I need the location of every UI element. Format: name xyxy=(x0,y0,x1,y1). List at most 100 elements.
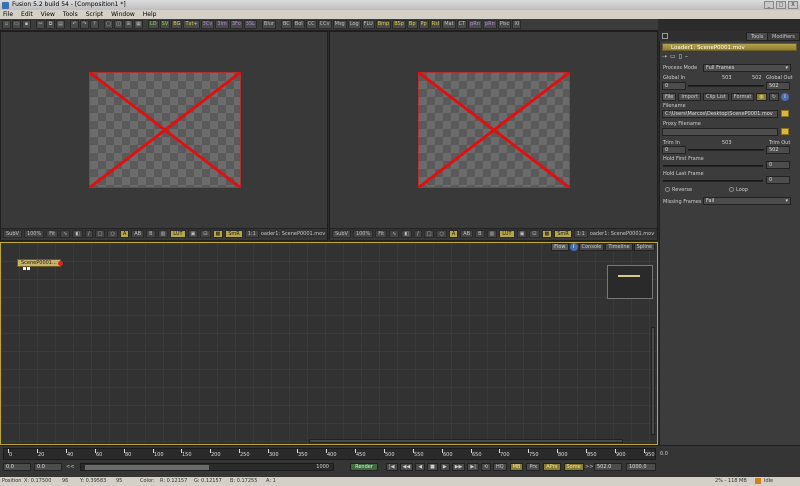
undo-icon[interactable]: ↶ xyxy=(70,20,79,29)
proxy-browse-folder-icon[interactable] xyxy=(781,128,789,135)
save-icon[interactable]: ▪ xyxy=(22,20,31,29)
lock-icon[interactable]: ▣ xyxy=(516,229,528,238)
viewer-left[interactable]: SubV 100% Fit ∿ ◧ / □ ○ A AB B ▥ LUT ▣ ⊡… xyxy=(0,31,328,241)
menu-window[interactable]: Window xyxy=(111,11,135,18)
tool-bmp[interactable]: Bmp xyxy=(375,20,392,29)
process-mode-select[interactable]: Full Frames ▾ xyxy=(703,64,791,72)
ratio-button[interactable]: 1:1 xyxy=(573,229,588,238)
panel-pin-icon[interactable] xyxy=(662,33,668,39)
roi-icon[interactable]: ⊡ xyxy=(529,229,540,238)
subtab-format[interactable]: Format xyxy=(730,93,755,101)
flow-horizontal-scrollbar[interactable] xyxy=(309,439,623,443)
filename-field[interactable]: C:\Users\Marcos\Desktop\SceneP0001.mov xyxy=(662,110,778,118)
hold-last-field[interactable]: 0 xyxy=(766,176,790,184)
channel-b-button[interactable]: B xyxy=(475,229,485,238)
menu-help[interactable]: Help xyxy=(143,11,157,18)
mb-toggle[interactable]: MB xyxy=(509,463,524,471)
tool-3im[interactable]: 3Im xyxy=(215,20,229,29)
smr-button[interactable]: SmR xyxy=(554,229,572,238)
tool-sv[interactable]: SV xyxy=(159,20,171,29)
brush-icon[interactable]: / xyxy=(414,229,422,238)
global-in-field[interactable]: 0 xyxy=(662,82,686,90)
cut-icon[interactable]: ✂ xyxy=(36,20,45,29)
tool-msg[interactable]: Msg xyxy=(332,20,347,29)
tool-ccv[interactable]: CCv xyxy=(317,20,332,29)
flow-vertical-scrollbar[interactable] xyxy=(651,327,655,435)
tool-bp[interactable]: Bp xyxy=(406,20,418,29)
browse-folder-icon[interactable] xyxy=(781,110,789,117)
menu-view[interactable]: View xyxy=(41,11,55,18)
viewer-right[interactable]: SubV 100% Fit ∿ ◧ / □ ○ A AB B ▥ LUT ▣ ⊡… xyxy=(329,31,658,241)
play-icon[interactable]: ▶ xyxy=(439,463,450,471)
tool-pisc[interactable]: Pisc xyxy=(497,20,512,29)
clip-icon[interactable]: ▭ xyxy=(670,53,676,61)
page-icon[interactable]: ▯ xyxy=(679,53,682,61)
stop-icon[interactable]: ■ xyxy=(427,463,438,471)
color-channels-icon[interactable]: ▥ xyxy=(486,229,498,238)
channel-a-button[interactable]: A xyxy=(119,229,130,238)
checker-icon[interactable]: ▩ xyxy=(212,229,224,238)
copy-icon[interactable]: ⧉ xyxy=(46,20,55,29)
tool-3sl[interactable]: 3SL xyxy=(243,20,257,29)
tool-3cv[interactable]: 3Cv xyxy=(200,20,215,29)
hold-last-slider[interactable] xyxy=(663,180,763,182)
layout-split-icon[interactable]: ◫ xyxy=(114,20,123,29)
checker-icon[interactable]: ▩ xyxy=(541,229,553,238)
roi-icon[interactable]: ⊡ xyxy=(200,229,211,238)
step-forward-icon[interactable]: ▶▶ xyxy=(451,463,466,471)
play-reverse-icon[interactable]: ◀ xyxy=(415,463,426,471)
trim-range-slider[interactable] xyxy=(688,149,764,151)
tool-flu[interactable]: FLU xyxy=(361,20,375,29)
tab-timeline[interactable]: Timeline xyxy=(605,243,633,251)
fit-button[interactable]: Fit xyxy=(375,229,388,238)
channel-b-button[interactable]: B xyxy=(146,229,156,238)
render-button[interactable]: Render xyxy=(350,463,378,471)
channel-a-button[interactable]: A xyxy=(448,229,459,238)
tool-bsp[interactable]: BSp xyxy=(392,20,406,29)
tool-bc[interactable]: BC xyxy=(280,20,292,29)
tool-bol[interactable]: Bol xyxy=(292,20,305,29)
minimize-button[interactable]: _ xyxy=(764,1,774,9)
tool-blur[interactable]: Blur xyxy=(261,20,276,29)
refresh-icon[interactable]: ↻ xyxy=(768,93,779,101)
paste-icon[interactable]: ▤ xyxy=(56,20,65,29)
brush-icon[interactable]: / xyxy=(85,229,93,238)
flow-navigator[interactable] xyxy=(607,265,653,299)
color-channels-icon[interactable]: ▥ xyxy=(157,229,169,238)
trim-in-field[interactable]: 0 xyxy=(662,146,686,154)
layout-grid-icon[interactable]: ▦ xyxy=(134,20,143,29)
fit-button[interactable]: Fit xyxy=(46,229,59,238)
menu-file[interactable]: File xyxy=(3,11,13,18)
tab-modifiers[interactable]: Modifiers xyxy=(767,32,800,41)
lock-icon[interactable]: ▣ xyxy=(187,229,199,238)
global-start-field[interactable]: 0.0 xyxy=(3,463,31,471)
ratio-button[interactable]: 1:1 xyxy=(244,229,259,238)
step-back-icon[interactable]: ◀◀ xyxy=(399,463,414,471)
settings-icon[interactable]: ◍ xyxy=(756,93,767,101)
tool-3fo[interactable]: 3Fo xyxy=(229,20,243,29)
subtab-clip-list[interactable]: Clip List xyxy=(702,93,729,101)
rect-icon[interactable]: □ xyxy=(94,229,106,238)
circle-icon[interactable]: ○ xyxy=(107,229,118,238)
tool-ct[interactable]: CT xyxy=(456,20,468,29)
range-slider[interactable]: 1000 xyxy=(80,463,334,471)
rect-icon[interactable]: □ xyxy=(423,229,435,238)
help-icon[interactable]: ? xyxy=(90,20,99,29)
circle-icon[interactable]: ○ xyxy=(436,229,447,238)
arrow-icon[interactable]: ⇢ xyxy=(662,53,667,61)
go-end-icon[interactable]: ▶| xyxy=(467,463,479,471)
zoom-select[interactable]: 100% xyxy=(352,229,374,238)
info-icon[interactable]: i xyxy=(780,93,789,101)
flow-editor[interactable]: Flow i Console Timeline Spline SceneP000… xyxy=(0,242,658,445)
tab-spline[interactable]: Spline xyxy=(633,243,655,251)
tool-header[interactable]: Loader1: SceneP0001.mov xyxy=(662,43,797,51)
some-toggle[interactable]: Some xyxy=(563,463,584,471)
prx-toggle[interactable]: Prx xyxy=(526,463,541,471)
redo-icon[interactable]: ↷ xyxy=(80,20,89,29)
subview-button[interactable]: SubV xyxy=(332,229,351,238)
hold-first-slider[interactable] xyxy=(663,165,763,167)
zoom-select[interactable]: 100% xyxy=(23,229,45,238)
new-icon[interactable]: ▫ xyxy=(2,20,11,29)
menu-edit[interactable]: Edit xyxy=(21,11,33,18)
flow-info-icon[interactable]: i xyxy=(569,243,578,251)
